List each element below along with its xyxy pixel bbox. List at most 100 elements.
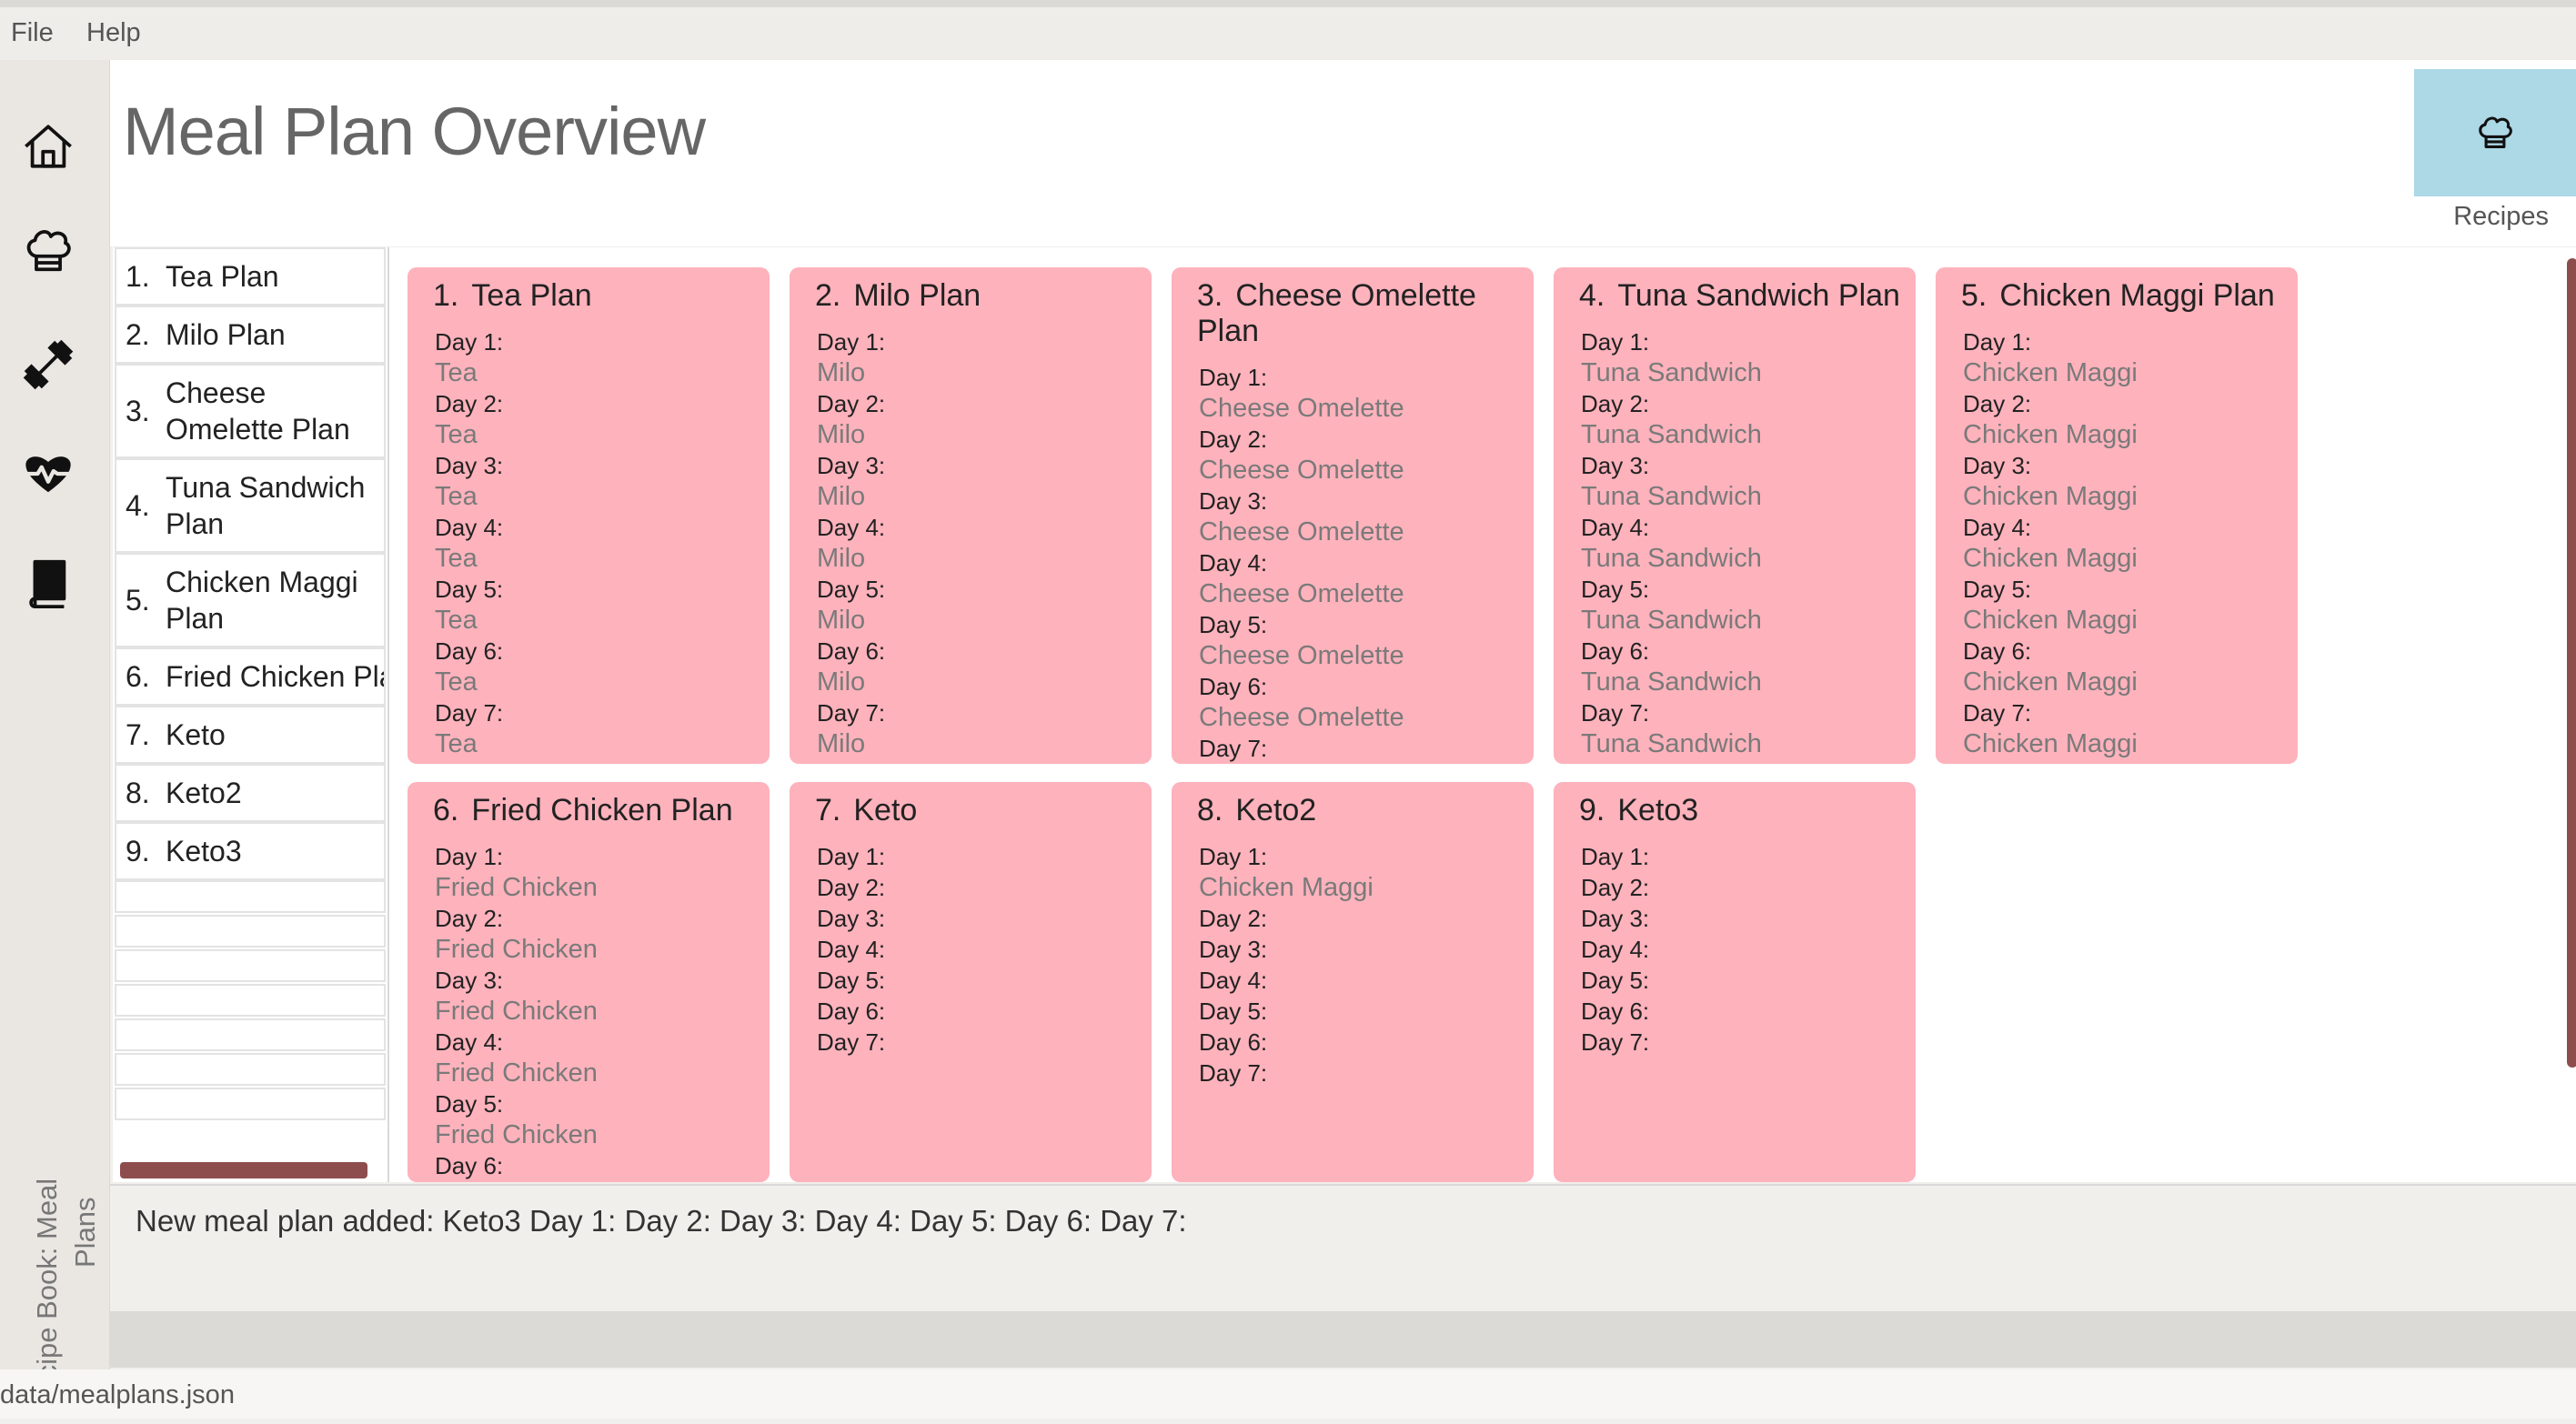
day-label: Day 2: bbox=[435, 905, 504, 932]
command-box[interactable] bbox=[110, 1311, 2576, 1368]
day-meal: Tea bbox=[435, 420, 478, 449]
day-label: Day 7: bbox=[1581, 699, 1650, 727]
day-label: Day 2: bbox=[1199, 426, 1268, 453]
meal-plan-card[interactable]: 6. Fried Chicken Plan Day 1: Fried Chicken D… bbox=[408, 782, 770, 1182]
day-meal: Cheese Omelette bbox=[1199, 394, 1404, 423]
day-meal: Chicken Maggi bbox=[1963, 420, 2138, 449]
list-item[interactable]: 3. Cheese Omelette Plan bbox=[115, 364, 386, 458]
menu-file[interactable]: File bbox=[11, 18, 54, 48]
card-index: 3. bbox=[1197, 278, 1223, 313]
day-label: Day 5: bbox=[1581, 576, 1650, 603]
card-title: 2. Milo Plan bbox=[815, 278, 1152, 314]
day-meal: Milo bbox=[817, 606, 866, 635]
home-icon[interactable] bbox=[16, 115, 80, 178]
day-label: Day 6: bbox=[435, 637, 504, 665]
meal-plan-card[interactable]: 5. Chicken Maggi Plan Day 1: Chicken Maggi D… bbox=[1936, 267, 2298, 764]
empty-list-row bbox=[115, 915, 386, 948]
day-label: Day 5: bbox=[817, 576, 886, 603]
day-meal: Chicken Maggi bbox=[1199, 873, 1374, 902]
day-label: Day 1: bbox=[435, 328, 504, 356]
page-title: Meal Plan Overview bbox=[123, 94, 706, 169]
sidebar: Recipe Book: Meal Plans bbox=[0, 60, 110, 1415]
day-meal: Fried Chicken bbox=[435, 1058, 598, 1088]
day-meal: Tea bbox=[435, 667, 478, 697]
day-label: Day 4: bbox=[1581, 936, 1650, 963]
result-display: New meal plan added: Keto3 Day 1: Day 2:… bbox=[110, 1184, 2576, 1311]
empty-list-row bbox=[115, 1053, 386, 1086]
day-label: Day 1: bbox=[435, 843, 504, 870]
day-meal: Cheese Omelette bbox=[1199, 579, 1404, 608]
save-location: data/mealplans.json bbox=[0, 1380, 235, 1409]
day-label: Day 7: bbox=[1963, 699, 2032, 727]
day-label: Day 2: bbox=[817, 390, 886, 417]
meal-plan-card[interactable]: 2. Milo Plan Day 1: Milo Day 2: Milo Day 3: Mil… bbox=[790, 267, 1152, 764]
day-meal: Tuna Sandwich bbox=[1581, 606, 1762, 635]
horizontal-scrollbar[interactable] bbox=[120, 1162, 367, 1178]
status-bar: data/mealplans.json bbox=[0, 1369, 2576, 1419]
day-meal: Cheese Omelette bbox=[1199, 456, 1404, 485]
card-name: Keto bbox=[853, 793, 918, 827]
day-label: Day 6: bbox=[1963, 637, 2032, 665]
day-label: Day 5: bbox=[1963, 576, 2032, 603]
card-index: 2. bbox=[815, 278, 841, 313]
day-meal: Chicken Maggi bbox=[1963, 544, 2138, 573]
card-name: Keto3 bbox=[1617, 793, 1699, 827]
card-name: Chicken Maggi Plan bbox=[1999, 278, 2275, 313]
list-item[interactable]: 8. Keto2 bbox=[115, 764, 386, 822]
card-index: 5. bbox=[1961, 278, 1987, 313]
day-label: Day 5: bbox=[817, 967, 886, 994]
card-index: 9. bbox=[1579, 793, 1605, 827]
meal-plan-card[interactable]: 7. Keto Day 1: Day 2: Day 3: Day 4: Day 5: Day … bbox=[790, 782, 1152, 1182]
day-label: Day 7: bbox=[435, 699, 504, 727]
list-item[interactable]: 2. Milo Plan bbox=[115, 306, 386, 364]
day-meal: Milo bbox=[817, 544, 866, 573]
card-title: 9. Keto3 bbox=[1579, 793, 1916, 828]
meal-plan-card[interactable]: 4. Tuna Sandwich Plan Day 1: Tuna Sandwich D… bbox=[1554, 267, 1916, 764]
day-meal: Fried Chicken bbox=[435, 935, 598, 964]
day-label: Day 1: bbox=[1581, 328, 1650, 356]
meal-plan-card[interactable]: 9. Keto3 Day 1: Day 2: Day 3: Day 4: Day 5: Day… bbox=[1554, 782, 1916, 1182]
list-item[interactable]: 7. Keto bbox=[115, 706, 386, 764]
day-label: Day 3: bbox=[1581, 905, 1650, 932]
menu-bar: File Help bbox=[0, 7, 2576, 60]
card-title: 6. Fried Chicken Plan bbox=[433, 793, 770, 828]
list-item[interactable]: 9. Keto3 bbox=[115, 822, 386, 880]
day-meal: Milo bbox=[817, 729, 866, 758]
day-meal: Tea bbox=[435, 358, 478, 387]
chef-hat-icon bbox=[2479, 116, 2512, 148]
menu-help[interactable]: Help bbox=[86, 18, 141, 48]
day-label: Day 2: bbox=[1581, 390, 1650, 417]
list-item[interactable]: 1. Tea Plan bbox=[115, 247, 386, 306]
day-meal: Tea bbox=[435, 482, 478, 511]
day-label: Day 7: bbox=[1199, 1059, 1268, 1087]
meal-plan-list[interactable]: 1. Tea Plan 2. Milo Plan 3. Cheese Omele… bbox=[113, 247, 387, 1182]
meal-plan-cards: 1. Tea Plan Day 1: Tea Day 2: Tea Day 3: Tea Day… bbox=[387, 247, 2576, 1182]
day-meal: Tuna Sandwich bbox=[1581, 544, 1762, 573]
list-item[interactable]: 4. Tuna Sandwich Plan bbox=[115, 458, 386, 553]
day-label: Day 6: bbox=[435, 1152, 504, 1179]
card-title: 1. Tea Plan bbox=[433, 278, 770, 314]
meal-plan-card[interactable]: 3. Cheese Omelette Plan Day 1: Cheese Omele… bbox=[1172, 267, 1534, 764]
meal-plan-card[interactable]: 8. Keto2 Day 1: Chicken Maggi Day 2: Day 3: Da… bbox=[1172, 782, 1534, 1182]
book-icon[interactable] bbox=[16, 551, 80, 615]
heartbeat-icon[interactable] bbox=[16, 442, 80, 506]
day-label: Day 4: bbox=[1963, 514, 2032, 541]
list-item[interactable]: 6. Fried Chicken Plan bbox=[115, 647, 386, 706]
day-meal: Tuna Sandwich bbox=[1581, 420, 1762, 449]
recipes-button[interactable] bbox=[2414, 69, 2576, 196]
chef-hat-icon[interactable] bbox=[16, 219, 80, 283]
card-name: Tuna Sandwich Plan bbox=[1617, 278, 1900, 313]
day-label: Day 1: bbox=[817, 843, 886, 870]
vertical-scrollbar[interactable] bbox=[2567, 258, 2576, 1068]
day-label: Day 5: bbox=[1581, 967, 1650, 994]
day-meal: Fried Chicken bbox=[435, 1120, 598, 1149]
day-meal: Chicken Maggi bbox=[1963, 358, 2138, 387]
day-label: Day 7: bbox=[817, 699, 886, 727]
meal-plan-card[interactable]: 1. Tea Plan Day 1: Tea Day 2: Tea Day 3: Tea Day… bbox=[408, 267, 770, 764]
dumbbell-icon[interactable] bbox=[16, 333, 80, 396]
day-meal: Milo bbox=[817, 667, 866, 697]
list-item[interactable]: 5. Chicken Maggi Plan bbox=[115, 553, 386, 647]
day-label: Day 4: bbox=[1199, 549, 1268, 577]
day-label: Day 2: bbox=[817, 874, 886, 901]
empty-list-row bbox=[115, 1018, 386, 1051]
